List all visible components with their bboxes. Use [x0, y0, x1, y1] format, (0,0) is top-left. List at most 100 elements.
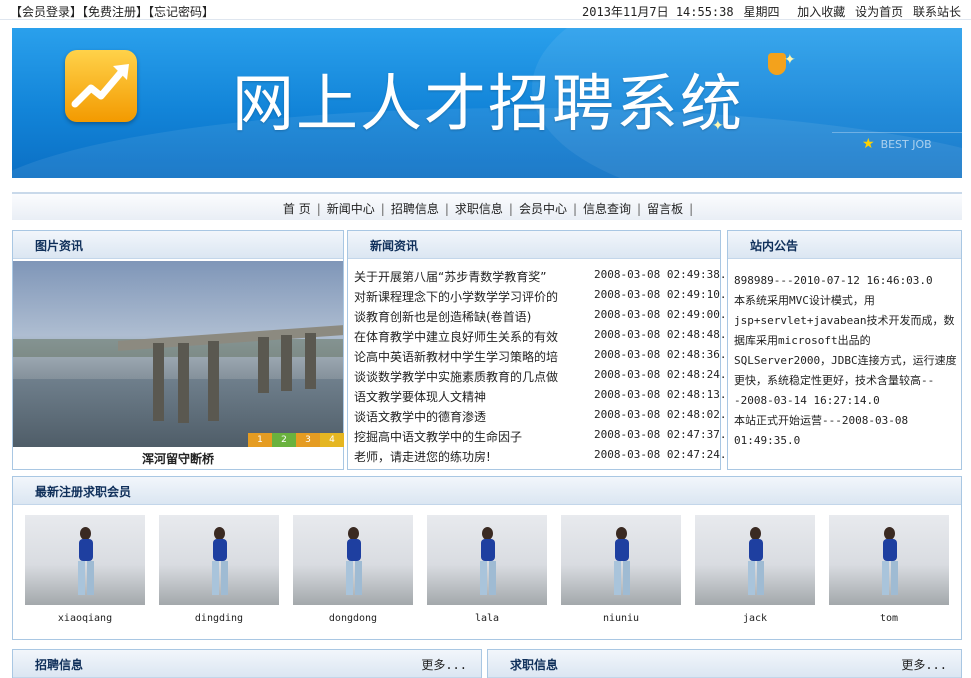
news-item-date: 2008-03-08 02:47:24.0	[594, 448, 734, 461]
member-name[interactable]: jack	[695, 613, 815, 624]
nav-item-recruit[interactable]: 招聘信息	[387, 202, 443, 216]
notice-item[interactable]: 本站正式开始运营---2008-03-08 01:49:35.0	[734, 411, 960, 451]
photo-bridge-pier	[305, 333, 316, 389]
news-title: 新闻资讯	[370, 239, 419, 253]
member-photo[interactable]	[293, 515, 413, 605]
news-item[interactable]: 论高中英语新教材中学生学习策略的培 2008-03-08 02:48:36.0	[354, 346, 733, 366]
nav-item-member[interactable]: 会员中心	[515, 202, 571, 216]
news-item-title[interactable]: 谈教育创新也是创造稀缺(卷首语)	[354, 308, 584, 325]
news-item-title[interactable]: 谈谈数学教学中实施素质教育的几点做	[354, 368, 584, 385]
news-item[interactable]: 谈教育创新也是创造稀缺(卷首语) 2008-03-08 02:49:00.0	[354, 306, 733, 326]
new-members-panel: 最新注册求职会员 xiaoqiang dingding dongdong lala ni…	[12, 476, 962, 640]
member-photo-legs	[346, 561, 362, 595]
set-homepage-link[interactable]: 设为首页	[855, 5, 903, 19]
photo-page-3[interactable]: 3	[296, 433, 320, 447]
recruit-more-link[interactable]: 更多...	[421, 656, 467, 673]
news-list: 关于开展第八届“苏步青数学教育奖” 2008-03-08 02:49:38.0 对新…	[354, 266, 733, 466]
photo-pager: 1 2 3 4	[248, 433, 344, 447]
news-item-title[interactable]: 谈语文教学中的德育渗透	[354, 408, 584, 425]
jobseek-info-panel: 求职信息 更多...	[487, 649, 962, 678]
nav-separator: |	[689, 202, 694, 216]
nav-item-guestbook[interactable]: 留言板	[643, 202, 687, 216]
contact-admin-link[interactable]: 联系站长	[913, 5, 961, 19]
growth-chart-logo-icon	[65, 50, 137, 122]
news-item-date: 2008-03-08 02:48:24.0	[594, 368, 734, 381]
sparkle-icon: ✦	[784, 52, 796, 68]
member-name[interactable]: dongdong	[293, 613, 413, 624]
member-card[interactable]: lala	[427, 515, 547, 624]
member-card[interactable]: dongdong	[293, 515, 413, 624]
notice-item[interactable]: 本系统采用MVC设计模式，用jsp+servlet+javabean技术开发而成…	[734, 291, 960, 411]
news-item-date: 2008-03-08 02:47:37.0	[594, 428, 734, 441]
member-name[interactable]: dingding	[159, 613, 279, 624]
notice-item[interactable]: 898989---2010-07-12 16:46:03.0	[734, 271, 960, 291]
member-photo[interactable]	[427, 515, 547, 605]
news-item[interactable]: 谈语文教学中的德育渗透 2008-03-08 02:48:02.0	[354, 406, 733, 426]
forgot-password-link[interactable]: 【忘记密码】	[148, 5, 214, 19]
news-item[interactable]: 挖掘高中语文教学中的生命因子 2008-03-08 02:47:37.0	[354, 426, 733, 446]
news-item-title[interactable]: 对新课程理念下的小学数学学习评价的	[354, 288, 584, 305]
nav-item-home[interactable]: 首 页	[279, 202, 315, 216]
jobseek-more-link[interactable]: 更多...	[901, 656, 947, 673]
member-photo-legs	[882, 561, 898, 595]
recruit-info-title: 招聘信息	[35, 658, 84, 672]
nav-items: 首 页 | 新闻中心 | 招聘信息 | 求职信息 | 会员中心 | 信息查询 | 留言板 |	[12, 200, 962, 217]
photo-news-image[interactable]	[13, 261, 343, 447]
panel-header: 图片资讯	[13, 231, 343, 259]
sparkle-icon: ✦	[712, 118, 724, 134]
photo-page-2[interactable]: 2	[272, 433, 296, 447]
news-item-title[interactable]: 语文教学要体现人文精神	[354, 388, 584, 405]
nav-item-news[interactable]: 新闻中心	[323, 202, 379, 216]
member-list: xiaoqiang dingding dongdong lala niuniu jack t…	[25, 515, 955, 624]
photo-page-1[interactable]: 1	[248, 433, 272, 447]
member-photo-legs	[78, 561, 94, 595]
photo-news-panel: 图片资讯 1 2 3 4 浑河留守断桥	[12, 230, 344, 470]
photo-bridge-pier	[178, 343, 189, 423]
news-item-title[interactable]: 老师，请走进您的练功房!	[354, 448, 584, 465]
member-photo-body	[213, 539, 227, 561]
news-item[interactable]: 谈谈数学教学中实施素质教育的几点做 2008-03-08 02:48:24.0	[354, 366, 733, 386]
photo-bridge-pier	[258, 337, 269, 393]
member-name[interactable]: niuniu	[561, 613, 681, 624]
news-panel: 新闻资讯 关于开展第八届“苏步青数学教育奖” 2008-03-08 02:49:3…	[347, 230, 733, 470]
news-item-date: 2008-03-08 02:49:38.0	[594, 268, 734, 281]
nav-separator: |	[572, 202, 577, 216]
member-card[interactable]: dingding	[159, 515, 279, 624]
member-name[interactable]: tom	[829, 613, 949, 624]
recruit-info-panel: 招聘信息 更多...	[12, 649, 482, 678]
member-photo[interactable]	[25, 515, 145, 605]
panel-header: 招聘信息 更多...	[13, 650, 481, 678]
news-item[interactable]: 语文教学要体现人文精神 2008-03-08 02:48:13.0	[354, 386, 733, 406]
news-item-title[interactable]: 在体育教学中建立良好师生关系的有效	[354, 328, 584, 345]
member-photo[interactable]	[159, 515, 279, 605]
news-item[interactable]: 在体育教学中建立良好师生关系的有效 2008-03-08 02:48:48.0	[354, 326, 733, 346]
member-card[interactable]: niuniu	[561, 515, 681, 624]
news-item-date: 2008-03-08 02:48:13.0	[594, 388, 734, 401]
member-photo[interactable]	[561, 515, 681, 605]
member-card[interactable]: tom	[829, 515, 949, 624]
nav-item-search[interactable]: 信息查询	[579, 202, 635, 216]
member-name[interactable]: lala	[427, 613, 547, 624]
photo-page-4[interactable]: 4	[320, 433, 344, 447]
member-photo-body	[749, 539, 763, 561]
news-item[interactable]: 关于开展第八届“苏步青数学教育奖” 2008-03-08 02:49:38.0	[354, 266, 733, 286]
member-photo[interactable]	[695, 515, 815, 605]
member-photo[interactable]	[829, 515, 949, 605]
member-name[interactable]: xiaoqiang	[25, 613, 145, 624]
news-item[interactable]: 对新课程理念下的小学数学学习评价的 2008-03-08 02:49:10.0	[354, 286, 733, 306]
news-item-date: 2008-03-08 02:48:36.0	[594, 348, 734, 361]
add-favorite-link[interactable]: 加入收藏	[797, 5, 845, 19]
news-item-title[interactable]: 论高中英语新教材中学生学习策略的培	[354, 348, 584, 365]
news-item-title[interactable]: 挖掘高中语文教学中的生命因子	[354, 428, 584, 445]
nav-item-jobseek[interactable]: 求职信息	[451, 202, 507, 216]
member-photo-body	[615, 539, 629, 561]
notice-panel: 站内公告 898989---2010-07-12 16:46:03.0 本系统采用…	[727, 230, 962, 470]
news-item[interactable]: 老师，请走进您的练功房! 2008-03-08 02:47:24.0	[354, 446, 733, 466]
member-login-link[interactable]: 【会员登录】	[10, 5, 82, 19]
free-register-link[interactable]: 【免费注册】	[82, 5, 148, 19]
photo-caption[interactable]: 浑河留守断桥	[13, 450, 343, 467]
news-item-title[interactable]: 关于开展第八届“苏步青数学教育奖”	[354, 268, 584, 285]
member-card[interactable]: xiaoqiang	[25, 515, 145, 624]
notice-title: 站内公告	[750, 239, 799, 253]
member-card[interactable]: jack	[695, 515, 815, 624]
